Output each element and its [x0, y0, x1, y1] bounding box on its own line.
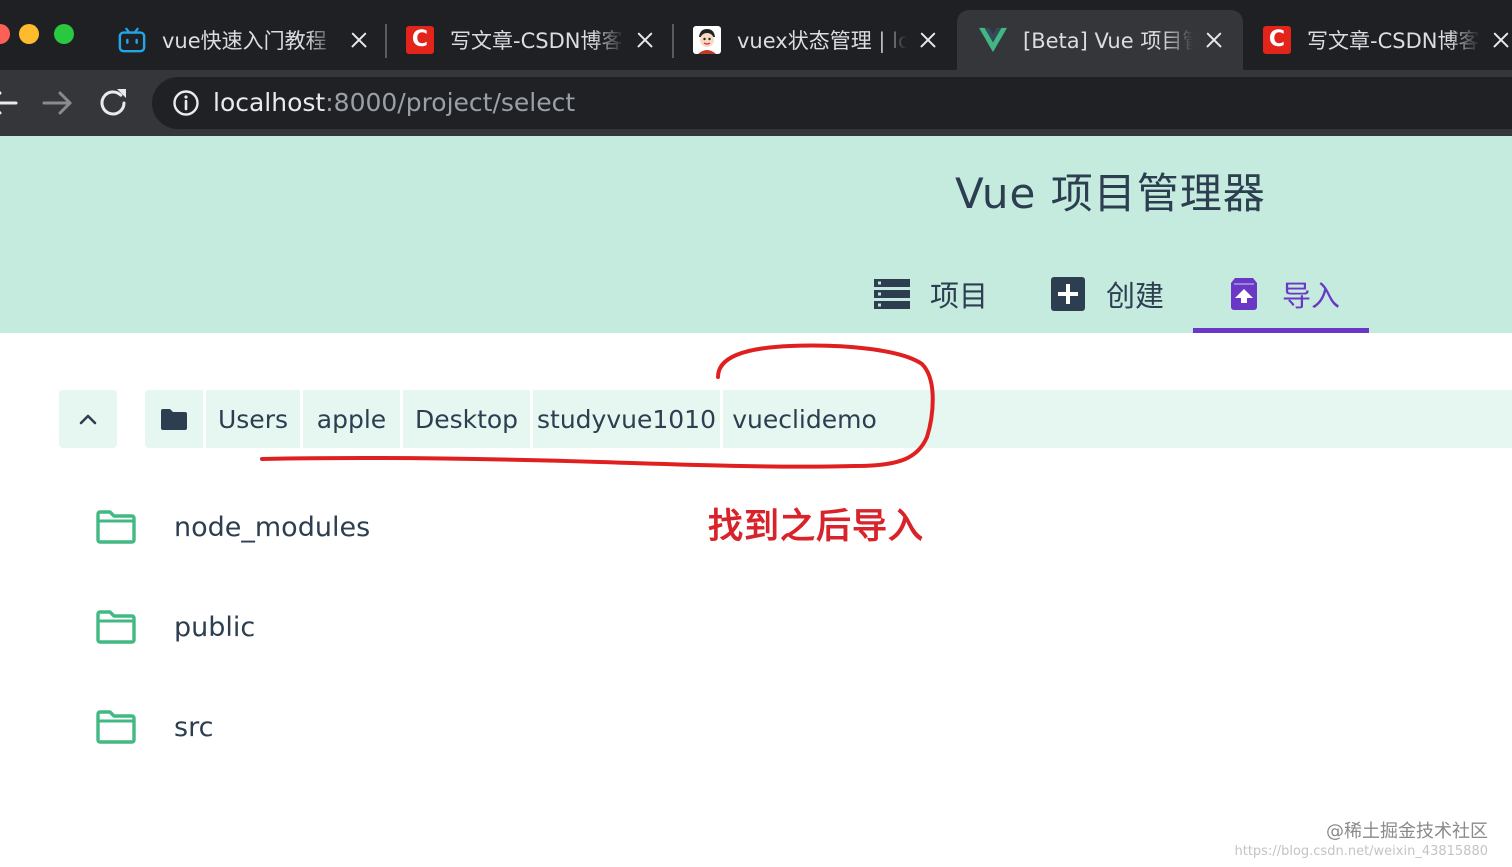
page-title: Vue 项目管理器: [955, 169, 1266, 218]
folder-icon: [161, 409, 187, 430]
browser-tab-vuex[interactable]: vuex状态管理 | lo: [693, 10, 939, 70]
watermark: @稀土掘金技术社区 https://blog.csdn.net/weixin_4…: [1234, 820, 1488, 860]
folder-item-src[interactable]: src: [96, 702, 696, 752]
tab-separator: [385, 24, 387, 58]
watermark-url: https://blog.csdn.net/weixin_43815880: [1234, 844, 1488, 859]
forward-arrow-icon[interactable]: [38, 84, 76, 122]
csdn-logo-icon: C: [406, 26, 434, 54]
breadcrumb-apple[interactable]: apple: [303, 390, 400, 448]
folder-outline-icon: [96, 710, 136, 744]
url-path: :8000/project/select: [325, 88, 576, 117]
tab-create[interactable]: 创建: [1050, 264, 1164, 324]
add-box-icon: [1050, 276, 1086, 312]
chevron-up-icon: [79, 414, 97, 425]
tab-import[interactable]: 导入: [1226, 264, 1340, 324]
browser-tab-csdn-write[interactable]: C 写文章-CSDN博客: [406, 10, 656, 70]
tab-title: [Beta] Vue 项目管: [1023, 29, 1193, 53]
parent-folder-button[interactable]: [59, 390, 117, 448]
site-info-icon[interactable]: [172, 89, 200, 117]
tab-close-icon[interactable]: [917, 29, 939, 51]
tab-separator: [672, 24, 674, 58]
bilibili-tv-icon: [118, 26, 146, 54]
unarchive-icon: [1226, 276, 1262, 312]
folder-item-node-modules[interactable]: node_modules: [96, 502, 696, 552]
browser-tab-vue-tutorial[interactable]: vue快速入门教程: [118, 10, 370, 70]
tab-close-icon[interactable]: [348, 29, 370, 51]
address-url[interactable]: localhost:8000/project/select: [213, 86, 575, 120]
tab-projects[interactable]: 项目: [874, 264, 988, 324]
breadcrumb-vueclidemo[interactable]: vueclidemo: [723, 390, 886, 448]
watermark-main: @稀土掘金技术社区: [1326, 821, 1488, 842]
folder-name: node_modules: [174, 511, 371, 543]
folder-item-public[interactable]: public: [96, 602, 696, 652]
browser-tab-vue-manager[interactable]: [Beta] Vue 项目管: [957, 10, 1243, 70]
folder-name: public: [174, 611, 256, 643]
tab-title: 写文章-CSDN博客: [1307, 29, 1480, 53]
csdn-logo-icon: C: [1263, 26, 1291, 54]
folder-root-button[interactable]: [145, 390, 203, 448]
tab-close-icon[interactable]: [1203, 29, 1225, 51]
tab-close-icon[interactable]: [634, 29, 656, 51]
breadcrumb-studyvue1010[interactable]: studyvue1010: [533, 390, 720, 448]
tab-title: vue快速入门教程: [162, 29, 327, 53]
tab-import-label: 导入: [1282, 279, 1341, 313]
breadcrumb-users[interactable]: Users: [206, 390, 300, 448]
tab-title: 写文章-CSDN博客: [450, 29, 623, 53]
window-minimize-light[interactable]: [19, 24, 39, 44]
folder-outline-icon: [96, 510, 136, 544]
tab-create-label: 创建: [1106, 279, 1165, 313]
folder-name: src: [174, 711, 214, 743]
tab-title: vuex状态管理 | lo: [737, 29, 907, 53]
folder-outline-icon: [96, 610, 136, 644]
back-arrow-icon[interactable]: [0, 84, 24, 122]
breadcrumb-desktop[interactable]: Desktop: [403, 390, 530, 448]
tab-projects-label: 项目: [930, 279, 989, 313]
avatar-face-icon: [693, 26, 721, 54]
active-tab-indicator: [1193, 328, 1369, 333]
browser-tab-csdn-write-2[interactable]: C 写文章-CSDN博客: [1263, 10, 1512, 70]
list-icon: [874, 276, 910, 312]
reload-icon[interactable]: [94, 84, 132, 122]
tab-close-icon[interactable]: [1490, 29, 1512, 51]
annotation-text: 找到之后导入: [708, 507, 925, 547]
vue-logo-icon: [979, 26, 1007, 54]
url-host: localhost: [213, 88, 326, 117]
window-zoom-light[interactable]: [54, 24, 74, 44]
